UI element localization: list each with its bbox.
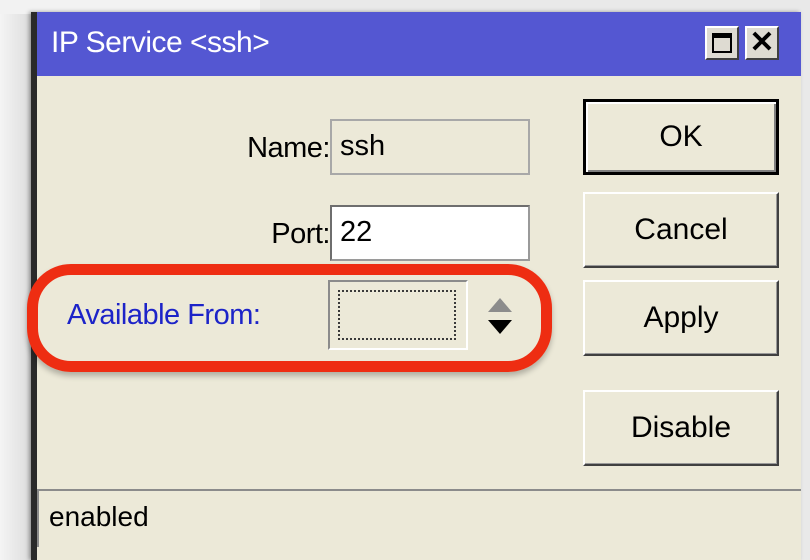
ok-button[interactable]: OK: [583, 99, 779, 175]
disable-button[interactable]: Disable: [583, 390, 779, 466]
maximize-icon: [712, 33, 732, 53]
title-bar[interactable]: IP Service <ssh> ✕: [37, 12, 801, 76]
ip-service-dialog: IP Service <ssh> ✕ Name: ssh Port: 22 Av…: [27, 12, 801, 560]
name-label: Name:: [247, 132, 330, 164]
port-input[interactable]: 22: [330, 205, 530, 261]
status-bar: enabled: [37, 489, 801, 547]
maximize-button[interactable]: [705, 26, 739, 60]
port-label: Port:: [271, 218, 330, 250]
available-from-input[interactable]: [328, 280, 468, 350]
name-field: ssh: [330, 119, 530, 175]
status-text: enabled: [49, 501, 149, 532]
close-button[interactable]: ✕: [745, 26, 779, 60]
window-title: IP Service <ssh>: [51, 26, 270, 59]
available-from-focus-rect: [338, 290, 456, 340]
cancel-button[interactable]: Cancel: [583, 192, 779, 268]
apply-button[interactable]: Apply: [583, 280, 779, 356]
available-from-label[interactable]: Available From:: [67, 299, 261, 332]
up-down-arrows-icon[interactable]: [485, 294, 515, 338]
close-icon: ✕: [749, 26, 775, 59]
